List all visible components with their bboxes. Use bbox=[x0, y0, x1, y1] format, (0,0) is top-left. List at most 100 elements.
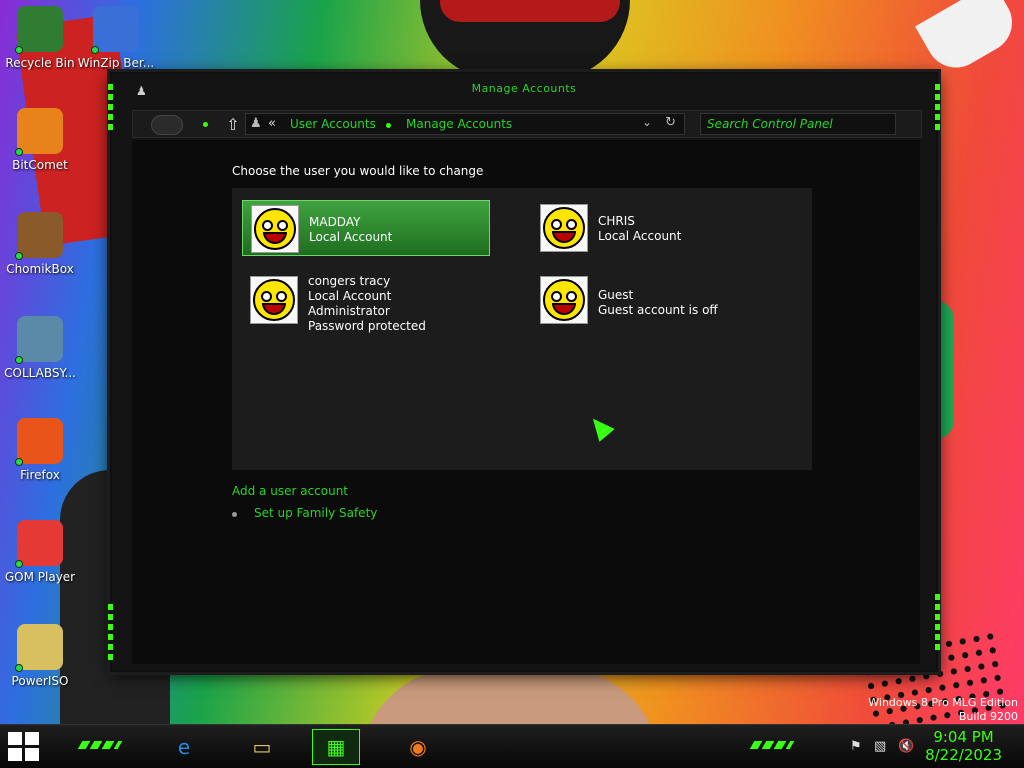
account-name: Guest bbox=[598, 288, 634, 302]
desktop-icon[interactable]: GOM Player bbox=[0, 520, 80, 584]
internet-explorer-icon: e bbox=[177, 735, 191, 759]
window-led-left bbox=[108, 84, 113, 130]
taskbar: e ▭ ▦ ◉ ⚑ ▧ 🔇 9:04 PM 8/22/2023 bbox=[0, 724, 1024, 768]
face-eye bbox=[276, 291, 287, 302]
face-mouth bbox=[263, 232, 287, 244]
avatar bbox=[250, 276, 298, 324]
breadcrumb-separator-icon bbox=[386, 123, 391, 128]
account-detail-line: Local Account bbox=[308, 289, 392, 303]
start-button[interactable] bbox=[8, 732, 40, 762]
status-dot-icon bbox=[15, 148, 23, 156]
user-account-tile[interactable]: congers tracy Local Account Administrator P… bbox=[242, 272, 490, 344]
desktop-icon-label: PowerISO bbox=[11, 674, 69, 688]
desktop-icon[interactable]: Firefox bbox=[0, 418, 80, 482]
windows-edition-watermark: Windows 8 Pro MLG Edition Build 9200 bbox=[868, 696, 1018, 724]
breadcrumb-manage-accounts[interactable]: Manage Accounts bbox=[406, 117, 512, 131]
users-icon: ♟ bbox=[250, 116, 262, 131]
windows-logo-tile bbox=[25, 732, 39, 745]
account-detail-line: Guest account is off bbox=[598, 303, 718, 317]
user-account-tile[interactable]: CHRIS Local Account bbox=[532, 200, 780, 256]
winzip-icon bbox=[91, 6, 139, 54]
window-led-right bbox=[935, 84, 940, 130]
network-icon[interactable]: ▧ bbox=[874, 739, 886, 754]
clock-time: 9:04 PM bbox=[933, 728, 994, 746]
search-input[interactable]: Search Control Panel bbox=[700, 113, 896, 135]
bitcomet-icon bbox=[15, 108, 63, 156]
chevron-down-icon[interactable]: ⌄ bbox=[642, 115, 652, 129]
windows-logo-tile bbox=[25, 748, 39, 761]
window-title: Manage Accounts bbox=[471, 82, 577, 95]
desktop-icon[interactable]: BitComet bbox=[0, 108, 80, 172]
status-dot-icon bbox=[15, 356, 23, 364]
address-bar[interactable]: ♟ « User Accounts Manage Accounts ⌄ ↻ bbox=[245, 113, 685, 135]
window-led-right-bottom bbox=[935, 594, 940, 654]
account-details: Guest Guest account is off bbox=[598, 288, 718, 318]
status-dot-icon bbox=[15, 252, 23, 260]
awesome-face-icon bbox=[543, 207, 585, 249]
family-safety-link[interactable]: Set up Family Safety bbox=[254, 506, 377, 520]
firefox-icon bbox=[15, 418, 63, 466]
clock-date: 8/22/2023 bbox=[925, 746, 1002, 764]
user-account-tile[interactable]: Guest Guest account is off bbox=[532, 272, 780, 328]
account-name: MADDAY bbox=[309, 215, 361, 229]
account-name: congers tracy bbox=[308, 274, 391, 288]
user-account-tile[interactable]: MADDAY Local Account bbox=[242, 200, 490, 256]
system-clock[interactable]: 9:04 PM 8/22/2023 bbox=[925, 728, 1002, 764]
refresh-icon[interactable]: ↻ bbox=[665, 115, 676, 130]
volume-muted-icon[interactable]: 🔇 bbox=[898, 739, 914, 754]
taskbar-app-internet-explorer[interactable]: e bbox=[160, 729, 208, 765]
status-dot-icon bbox=[15, 560, 23, 568]
desktop-icon[interactable]: PowerISO bbox=[0, 624, 80, 688]
up-arrow-icon[interactable]: ⇧ bbox=[223, 115, 243, 135]
flag-icon[interactable]: ⚑ bbox=[850, 739, 862, 754]
face-eye bbox=[551, 291, 562, 302]
face-eye bbox=[277, 220, 288, 231]
status-dot-icon bbox=[15, 664, 23, 672]
desktop-icon-label: WinZip Ber... bbox=[77, 56, 155, 70]
desktop-icon-label: ChomikBox bbox=[6, 262, 74, 276]
gom-player-icon bbox=[15, 520, 63, 568]
taskbar-decoration bbox=[749, 741, 795, 749]
desktop-icon-label: BitComet bbox=[12, 158, 68, 172]
poweriso-icon bbox=[15, 624, 63, 672]
desktop-icon[interactable]: COLLABSY... bbox=[0, 316, 80, 380]
add-user-account-link[interactable]: Add a user account bbox=[232, 484, 348, 498]
navigation-bar: ⇧ ♟ « User Accounts Manage Accounts ⌄ ↻ … bbox=[132, 110, 922, 138]
folder-icon: ▭ bbox=[252, 735, 272, 759]
desktop-icon[interactable]: WinZip Ber... bbox=[76, 6, 156, 70]
face-eye bbox=[551, 219, 562, 230]
control-panel-icon: ▦ bbox=[326, 735, 346, 759]
taskbar-app-control-panel[interactable]: ▦ bbox=[312, 729, 360, 765]
window-led-left-bottom bbox=[108, 604, 113, 664]
awesome-face-icon bbox=[253, 279, 295, 321]
desktop-icon[interactable]: Recycle Bin bbox=[0, 6, 80, 70]
account-detail-line: Local Account bbox=[598, 229, 682, 243]
face-mouth bbox=[552, 303, 576, 315]
firefox-icon: ◉ bbox=[409, 735, 427, 759]
breadcrumb-overflow[interactable]: « bbox=[268, 116, 276, 131]
face-eye bbox=[261, 291, 272, 302]
back-forward-button[interactable] bbox=[151, 115, 183, 135]
taskbar-app-firefox[interactable]: ◉ bbox=[394, 729, 442, 765]
awesome-face-icon bbox=[543, 279, 585, 321]
taskbar-app-file-explorer[interactable]: ▭ bbox=[238, 729, 286, 765]
edition-build: Build 9200 bbox=[958, 710, 1018, 723]
desktop-icon-label: Firefox bbox=[20, 468, 60, 482]
status-dot-icon bbox=[91, 46, 99, 54]
account-name: CHRIS bbox=[598, 214, 635, 228]
desktop-icon-label: Recycle Bin bbox=[5, 56, 75, 70]
content-area: Choose the user you would like to change… bbox=[132, 140, 920, 664]
edition-name: Windows 8 Pro MLG Edition bbox=[868, 696, 1018, 709]
breadcrumb-user-accounts[interactable]: User Accounts bbox=[290, 117, 376, 131]
recent-pages-dot[interactable] bbox=[203, 122, 208, 127]
face-mouth bbox=[262, 303, 286, 315]
face-eye bbox=[566, 219, 577, 230]
account-details: CHRIS Local Account bbox=[598, 214, 681, 244]
wallpaper-tube bbox=[915, 0, 1023, 79]
document-icon bbox=[15, 316, 63, 364]
bullet-icon bbox=[232, 512, 237, 517]
account-details: congers tracy Local Account Administrator P… bbox=[308, 274, 426, 334]
desktop-icon[interactable]: ChomikBox bbox=[0, 212, 80, 276]
avatar bbox=[540, 204, 588, 252]
recycle-bin-icon bbox=[15, 6, 63, 54]
